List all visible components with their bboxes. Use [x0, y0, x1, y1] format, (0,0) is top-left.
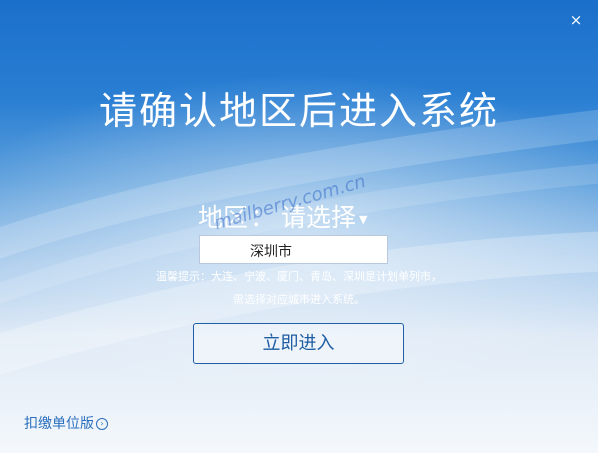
city-input[interactable]: 深圳市 [199, 235, 388, 264]
close-button[interactable]: × [568, 12, 584, 28]
version-link-label: 扣缴单位版 [24, 416, 94, 432]
chevron-down-icon: ▼ [359, 212, 368, 226]
enter-system-button[interactable]: 立即进入 [193, 323, 404, 364]
city-input-value: 深圳市 [250, 244, 292, 260]
close-icon: × [569, 11, 583, 29]
tip-line-1: 温馨提示：大连、宁波、厦门、青岛、深圳是计划单列市， [156, 270, 442, 283]
withholding-version-link[interactable]: 扣缴单位版 › [24, 413, 108, 433]
circle-arrow-right-icon: › [96, 418, 108, 430]
tip-line-2: 需选择对应城市进入系统。 [233, 293, 365, 306]
page-title: 请确认地区后进入系统 [98, 89, 499, 133]
